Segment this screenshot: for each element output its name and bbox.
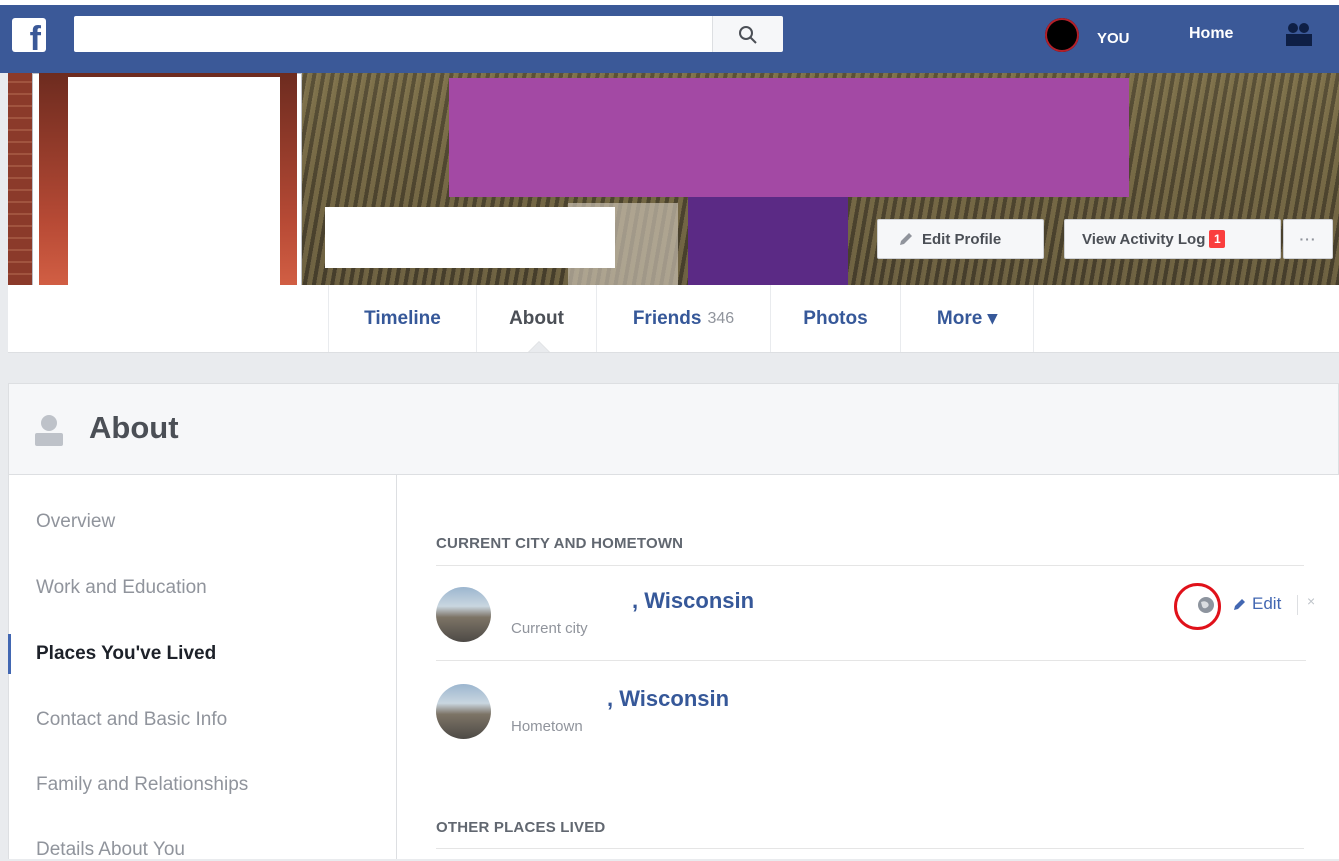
hometown-name[interactable]: , Wisconsin bbox=[607, 686, 729, 712]
edit-profile-button[interactable]: Edit Profile bbox=[877, 219, 1044, 259]
home-link[interactable]: Home bbox=[1189, 25, 1233, 43]
facebook-logo-letter: f bbox=[29, 20, 41, 58]
avatar[interactable] bbox=[1045, 18, 1079, 52]
user-name-link[interactable]: YOU bbox=[1097, 30, 1130, 47]
tab-friends-label: Friends bbox=[632, 307, 702, 329]
tab-photos-label: Photos bbox=[803, 307, 868, 329]
current-city-name[interactable]: , Wisconsin bbox=[632, 588, 754, 614]
more-options-button[interactable]: ··· bbox=[1283, 219, 1333, 259]
notification-badge: 1 bbox=[1209, 230, 1226, 248]
person-icon bbox=[35, 415, 63, 446]
highlight-circle bbox=[1174, 583, 1221, 630]
friends-count: 346 bbox=[707, 309, 735, 327]
friends-icon[interactable] bbox=[1284, 22, 1314, 46]
sidebar-divider bbox=[396, 475, 397, 859]
search-button[interactable] bbox=[712, 16, 783, 52]
active-tab-caret bbox=[528, 341, 550, 352]
profile-name-redacted bbox=[325, 207, 615, 268]
hometown-label: Hometown bbox=[511, 718, 583, 735]
about-title: About bbox=[89, 410, 179, 445]
hometown-thumbnail[interactable] bbox=[436, 684, 491, 739]
search-input[interactable] bbox=[74, 16, 782, 52]
other-places-section-title: OTHER PLACES LIVED bbox=[436, 819, 606, 836]
sidebar-item-family[interactable]: Family and Relationships bbox=[36, 774, 248, 796]
tab-timeline-label: Timeline bbox=[364, 307, 441, 329]
pencil-icon bbox=[900, 233, 912, 245]
edit-profile-label: Edit Profile bbox=[922, 230, 1002, 248]
tab-photos[interactable]: Photos bbox=[770, 285, 900, 352]
edit-label: Edit bbox=[1252, 594, 1282, 613]
more-dots-icon: ··· bbox=[1299, 231, 1317, 247]
activity-log-label: View Activity Log bbox=[1082, 230, 1206, 248]
search-icon bbox=[739, 26, 757, 44]
cover-figure-dress bbox=[688, 193, 848, 285]
about-body bbox=[8, 475, 1339, 859]
divider bbox=[436, 565, 1304, 566]
tab-more-label: More ▾ bbox=[936, 308, 998, 329]
pencil-icon bbox=[1234, 599, 1245, 610]
tab-friends[interactable]: Friends 346 bbox=[596, 285, 770, 352]
current-city-section-title: CURRENT CITY AND HOMETOWN bbox=[436, 535, 684, 552]
facebook-logo[interactable]: f bbox=[12, 18, 46, 56]
tab-about-label: About bbox=[509, 307, 564, 329]
active-sidebar-marker bbox=[8, 634, 11, 674]
current-city-thumbnail[interactable] bbox=[436, 587, 491, 642]
tab-timeline[interactable]: Timeline bbox=[328, 285, 476, 352]
tab-more[interactable]: More ▾ bbox=[900, 285, 1034, 352]
profile-picture-redacted bbox=[68, 77, 280, 293]
redaction-block bbox=[449, 78, 1129, 197]
edit-link[interactable]: Edit bbox=[1233, 594, 1281, 614]
divider bbox=[436, 848, 1304, 849]
sidebar-item-work-education[interactable]: Work and Education bbox=[36, 577, 207, 599]
sidebar-item-places-lived[interactable]: Places You've Lived bbox=[36, 643, 216, 665]
current-city-label: Current city bbox=[511, 620, 588, 637]
divider bbox=[1297, 595, 1298, 615]
sidebar-item-details[interactable]: Details About You bbox=[36, 839, 185, 861]
close-icon[interactable]: × bbox=[1307, 593, 1315, 609]
sidebar-item-contact-info[interactable]: Contact and Basic Info bbox=[36, 709, 227, 731]
divider bbox=[436, 660, 1306, 661]
sidebar-item-overview[interactable]: Overview bbox=[36, 511, 115, 533]
about-header: About bbox=[8, 383, 1339, 475]
view-activity-log-button[interactable]: View Activity Log 1 bbox=[1064, 219, 1281, 259]
